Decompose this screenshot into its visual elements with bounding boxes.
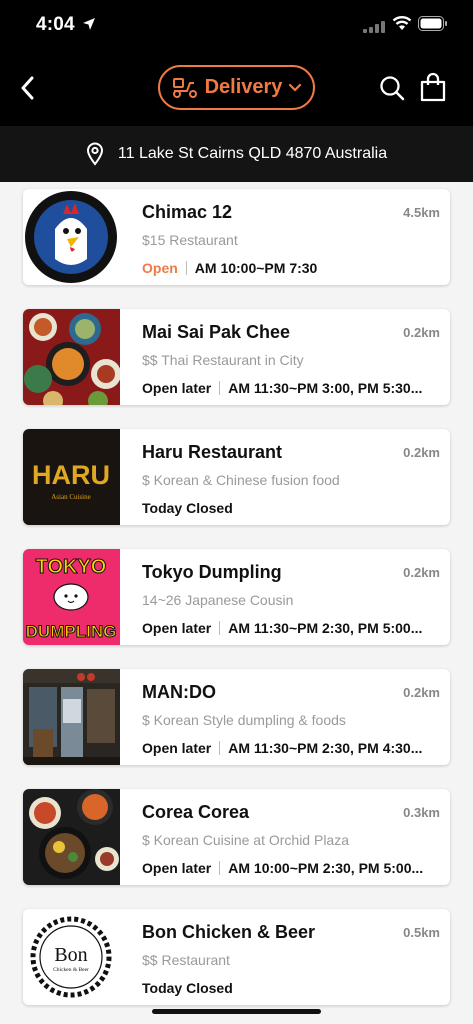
restaurant-distance: 0.2km — [403, 565, 440, 580]
restaurant-photo — [23, 309, 120, 405]
restaurant-info: Chimac 12 4.5km $15 Restaurant Open AM 1… — [142, 189, 442, 285]
restaurant-hours-row: Today Closed — [142, 500, 442, 516]
cart-button[interactable] — [420, 72, 446, 102]
restaurant-name: MAN:DO — [142, 682, 216, 702]
tokyo-logo-bottom: DUMPLING — [26, 622, 117, 641]
back-button[interactable] — [14, 74, 40, 102]
top-header: 4:04 Delivery — [0, 0, 473, 126]
restaurant-hours-row: Open later AM 11:30~PM 3:00, PM 5:30... — [142, 380, 442, 396]
restaurant-distance: 0.2km — [403, 685, 440, 700]
open-status: Today Closed — [142, 980, 233, 996]
open-status: Open later — [142, 740, 212, 756]
restaurant-logo: Bon Chicken & Beer — [23, 909, 120, 1005]
opening-hours: AM 11:30~PM 3:00, PM 5:30... — [228, 380, 423, 396]
haru-logo-text: HARU — [32, 460, 110, 490]
bon-logo-text: Bon — [54, 944, 87, 966]
restaurant-category: $$ Restaurant — [142, 952, 230, 968]
restaurant-category: $ Korean Style dumpling & foods — [142, 712, 346, 728]
restaurant-card[interactable]: TOKYO DUMPLING Tokyo Dumpling 0.2km 14~2… — [23, 549, 450, 645]
restaurant-hours-row: Open later AM 11:30~PM 2:30, PM 4:30... — [142, 740, 442, 756]
restaurant-distance: 0.2km — [403, 445, 440, 460]
restaurant-photo — [23, 669, 120, 765]
restaurant-card[interactable]: Corea Corea 0.3km $ Korean Cuisine at Or… — [23, 789, 450, 885]
restaurant-info: Tokyo Dumpling 0.2km 14~26 Japanese Cous… — [142, 549, 442, 645]
restaurant-name: Chimac 12 — [142, 202, 233, 222]
restaurant-logo: TOKYO DUMPLING — [23, 549, 120, 645]
opening-hours: AM 10:00~PM 2:30, PM 5:00... — [228, 860, 424, 876]
opening-hours: AM 11:30~PM 2:30, PM 4:30... — [228, 740, 423, 756]
restaurant-card[interactable]: Chimac 12 4.5km $15 Restaurant Open AM 1… — [23, 189, 450, 285]
search-button[interactable] — [379, 75, 405, 101]
restaurant-card[interactable]: HARU Asian Cuisine Haru Restaurant 0.2km… — [23, 429, 450, 525]
tokyo-logo-top: TOKYO — [36, 556, 107, 578]
divider — [185, 261, 187, 275]
haru-logo-subtitle: Asian Cuisine — [51, 493, 90, 501]
delivery-mode-label: Delivery — [204, 76, 283, 98]
opening-hours: AM 11:30~PM 2:30, PM 5:00... — [228, 620, 423, 636]
restaurant-hours-row: Today Closed — [142, 980, 442, 996]
restaurant-card[interactable]: MAN:DO 0.2km $ Korean Style dumpling & f… — [23, 669, 450, 765]
battery-icon — [418, 16, 447, 31]
opening-hours: AM 10:00~PM 7:30 — [194, 260, 318, 276]
restaurant-category: $ Korean Cuisine at Orchid Plaza — [142, 832, 349, 848]
restaurant-name: Haru Restaurant — [142, 442, 283, 462]
restaurant-info: Corea Corea 0.3km $ Korean Cuisine at Or… — [142, 789, 442, 885]
delivery-address-bar[interactable]: 11 Lake St Cairns QLD 4870 Australia — [0, 126, 473, 182]
delivery-mode-selector[interactable]: Delivery — [158, 65, 315, 110]
shopping-bag-icon — [420, 72, 446, 102]
location-arrow-icon — [83, 18, 95, 30]
restaurant-info: MAN:DO 0.2km $ Korean Style dumpling & f… — [142, 669, 442, 765]
status-bar: 4:04 — [0, 0, 473, 50]
restaurant-hours-row: Open later AM 10:00~PM 2:30, PM 5:00... — [142, 860, 442, 876]
wifi-icon — [392, 16, 412, 30]
divider — [219, 861, 221, 875]
restaurant-info: Bon Chicken & Beer 0.5km $$ Restaurant T… — [142, 909, 442, 1005]
restaurant-card[interactable]: Mai Sai Pak Chee 0.2km $$ Thai Restauran… — [23, 309, 450, 405]
restaurant-hours-row: Open AM 10:00~PM 7:30 — [142, 260, 442, 276]
restaurant-category: $$ Thai Restaurant in City — [142, 352, 304, 368]
restaurant-name: Mai Sai Pak Chee — [142, 322, 291, 342]
restaurant-category: 14~26 Japanese Cousin — [142, 592, 294, 608]
restaurant-card[interactable]: Bon Chicken & Beer Bon Chicken & Beer 0.… — [23, 909, 450, 1005]
restaurant-info: Mai Sai Pak Chee 0.2km $$ Thai Restauran… — [142, 309, 442, 405]
open-status: Open — [142, 260, 178, 276]
restaurant-photo — [23, 789, 120, 885]
restaurant-name: Tokyo Dumpling — [142, 562, 282, 582]
chevron-down-icon — [289, 83, 302, 92]
cellular-signal-icon — [363, 21, 385, 33]
home-indicator[interactable] — [152, 1009, 321, 1014]
restaurant-distance: 0.3km — [403, 805, 440, 820]
delivery-address-text: 11 Lake St Cairns QLD 4870 Australia — [117, 145, 388, 162]
status-time: 4:04 — [36, 14, 75, 35]
restaurant-name: Bon Chicken & Beer — [142, 922, 316, 942]
restaurant-category: $ Korean & Chinese fusion food — [142, 472, 340, 488]
divider — [219, 621, 221, 635]
restaurant-name: Corea Corea — [142, 802, 250, 822]
open-status: Open later — [142, 380, 212, 396]
chevron-left-icon — [21, 76, 34, 100]
restaurant-distance: 0.2km — [403, 325, 440, 340]
restaurant-distance: 0.5km — [403, 925, 440, 940]
restaurant-category: $15 Restaurant — [142, 232, 238, 248]
restaurant-distance: 4.5km — [403, 205, 440, 220]
open-status: Open later — [142, 620, 212, 636]
scooter-icon — [172, 77, 197, 98]
divider — [219, 381, 221, 395]
restaurant-logo — [23, 189, 120, 285]
restaurant-logo: HARU Asian Cuisine — [23, 429, 120, 525]
open-status: Open later — [142, 860, 212, 876]
bon-logo-subtitle: Chicken & Beer — [53, 967, 89, 973]
open-status: Today Closed — [142, 500, 233, 516]
divider — [219, 741, 221, 755]
map-pin-icon — [86, 142, 103, 166]
restaurant-hours-row: Open later AM 11:30~PM 2:30, PM 5:00... — [142, 620, 442, 636]
restaurant-info: Haru Restaurant 0.2km $ Korean & Chinese… — [142, 429, 442, 525]
search-icon — [380, 76, 405, 101]
